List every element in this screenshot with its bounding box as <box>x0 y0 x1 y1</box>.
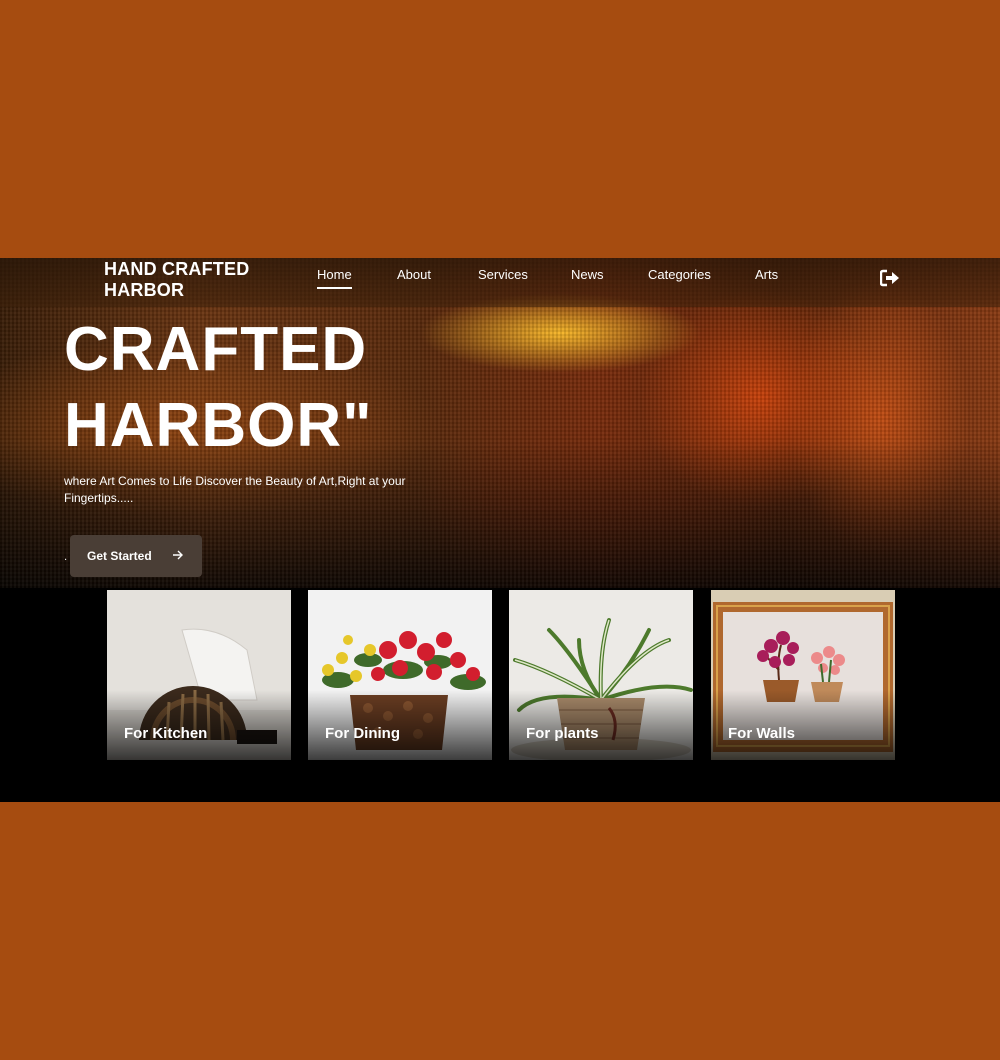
brand-line-1: HAND CRAFTED <box>104 259 250 279</box>
nav-services[interactable]: Services <box>478 267 528 282</box>
category-card-walls[interactable]: For Walls <box>711 590 895 760</box>
hero-title: CRAFTED HARBOR" <box>64 312 373 464</box>
category-cards: For Kitchen For Dining For plants For Wa… <box>0 590 1000 762</box>
nav-home[interactable]: Home <box>317 267 352 289</box>
hero-title-line-1: CRAFTED <box>64 315 368 384</box>
brand-logo[interactable]: HAND CRAFTED HARBOR <box>104 259 294 301</box>
category-label-plants: For plants <box>526 725 599 742</box>
navbar: HAND CRAFTED HARBOR Home About Services … <box>0 258 1000 307</box>
hero-title-line-2: HARBOR" <box>64 391 373 460</box>
category-card-kitchen[interactable]: For Kitchen <box>107 590 291 760</box>
hero-description: where Art Comes to Life Discover the Bea… <box>64 474 406 505</box>
sign-out-icon[interactable] <box>880 269 900 287</box>
get-started-button[interactable]: Get Started <box>70 535 202 577</box>
category-label-dining: For Dining <box>325 725 400 742</box>
arrow-right-icon <box>173 550 183 560</box>
category-card-dining[interactable]: For Dining <box>308 590 492 760</box>
get-started-label: Get Started <box>87 549 152 563</box>
nav-arts[interactable]: Arts <box>755 267 778 282</box>
brand-line-2: HARBOR <box>104 280 185 300</box>
nav-news[interactable]: News <box>571 267 604 282</box>
nav-about[interactable]: About <box>397 267 431 282</box>
category-label-kitchen: For Kitchen <box>124 725 208 742</box>
hero-dot: . <box>64 552 68 563</box>
website-frame: HAND CRAFTED HARBOR Home About Services … <box>0 258 1000 802</box>
nav-categories[interactable]: Categories <box>648 267 711 282</box>
category-card-plants[interactable]: For plants <box>509 590 693 760</box>
category-label-walls: For Walls <box>728 725 795 742</box>
